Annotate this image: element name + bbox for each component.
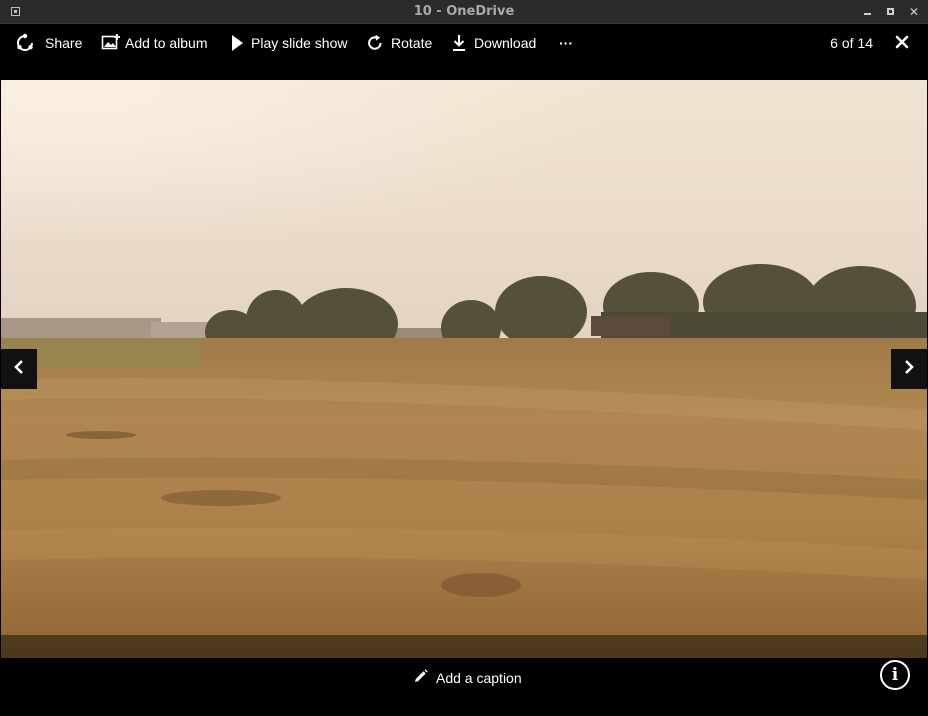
- chevron-left-icon: [13, 359, 25, 380]
- more-button[interactable]: ···: [559, 33, 573, 53]
- photo-counter: 6 of 14: [830, 35, 873, 51]
- add-to-album-label: Add to album: [125, 35, 208, 51]
- download-icon: [451, 34, 467, 52]
- play-slide-show-label: Play slide show: [251, 35, 348, 51]
- bottom-bar: Add a caption i: [0, 658, 928, 716]
- add-to-album-button[interactable]: Add to album: [101, 33, 208, 53]
- more-icon: ···: [559, 35, 573, 51]
- rotate-label: Rotate: [391, 35, 433, 51]
- info-icon: i: [891, 665, 899, 685]
- rotate-button[interactable]: Rotate: [366, 33, 432, 53]
- download-button[interactable]: Download: [451, 33, 536, 53]
- viewer-toolbar: Share Add to album Play slide show Rotat…: [0, 24, 928, 80]
- play-icon: [229, 34, 245, 52]
- share-label: Share: [45, 35, 83, 51]
- info-button[interactable]: i: [880, 660, 910, 690]
- share-button[interactable]: Share: [15, 33, 82, 53]
- add-to-album-icon: [101, 33, 121, 53]
- window-controls: ✕: [862, 4, 920, 20]
- minimize-button[interactable]: [862, 6, 874, 18]
- window-titlebar: 10 - OneDrive ✕: [0, 0, 928, 24]
- maximize-button[interactable]: [885, 6, 897, 18]
- photo-image: [1, 80, 927, 658]
- window-close-button[interactable]: ✕: [908, 6, 920, 18]
- rotate-icon: [366, 34, 384, 52]
- pencil-icon: [413, 669, 428, 687]
- close-icon: [894, 35, 910, 54]
- window-title: 10 - OneDrive: [413, 4, 515, 19]
- next-photo-button[interactable]: [891, 349, 927, 389]
- add-caption-label: Add a caption: [436, 670, 522, 686]
- download-label: Download: [474, 35, 537, 51]
- previous-photo-button[interactable]: [1, 349, 37, 389]
- caption-overlay: [1, 635, 927, 658]
- chevron-right-icon: [903, 359, 915, 380]
- play-slide-show-button[interactable]: Play slide show: [229, 33, 348, 53]
- add-caption-button[interactable]: Add a caption: [413, 668, 522, 688]
- share-icon: [15, 33, 35, 53]
- close-viewer-button[interactable]: [894, 34, 910, 50]
